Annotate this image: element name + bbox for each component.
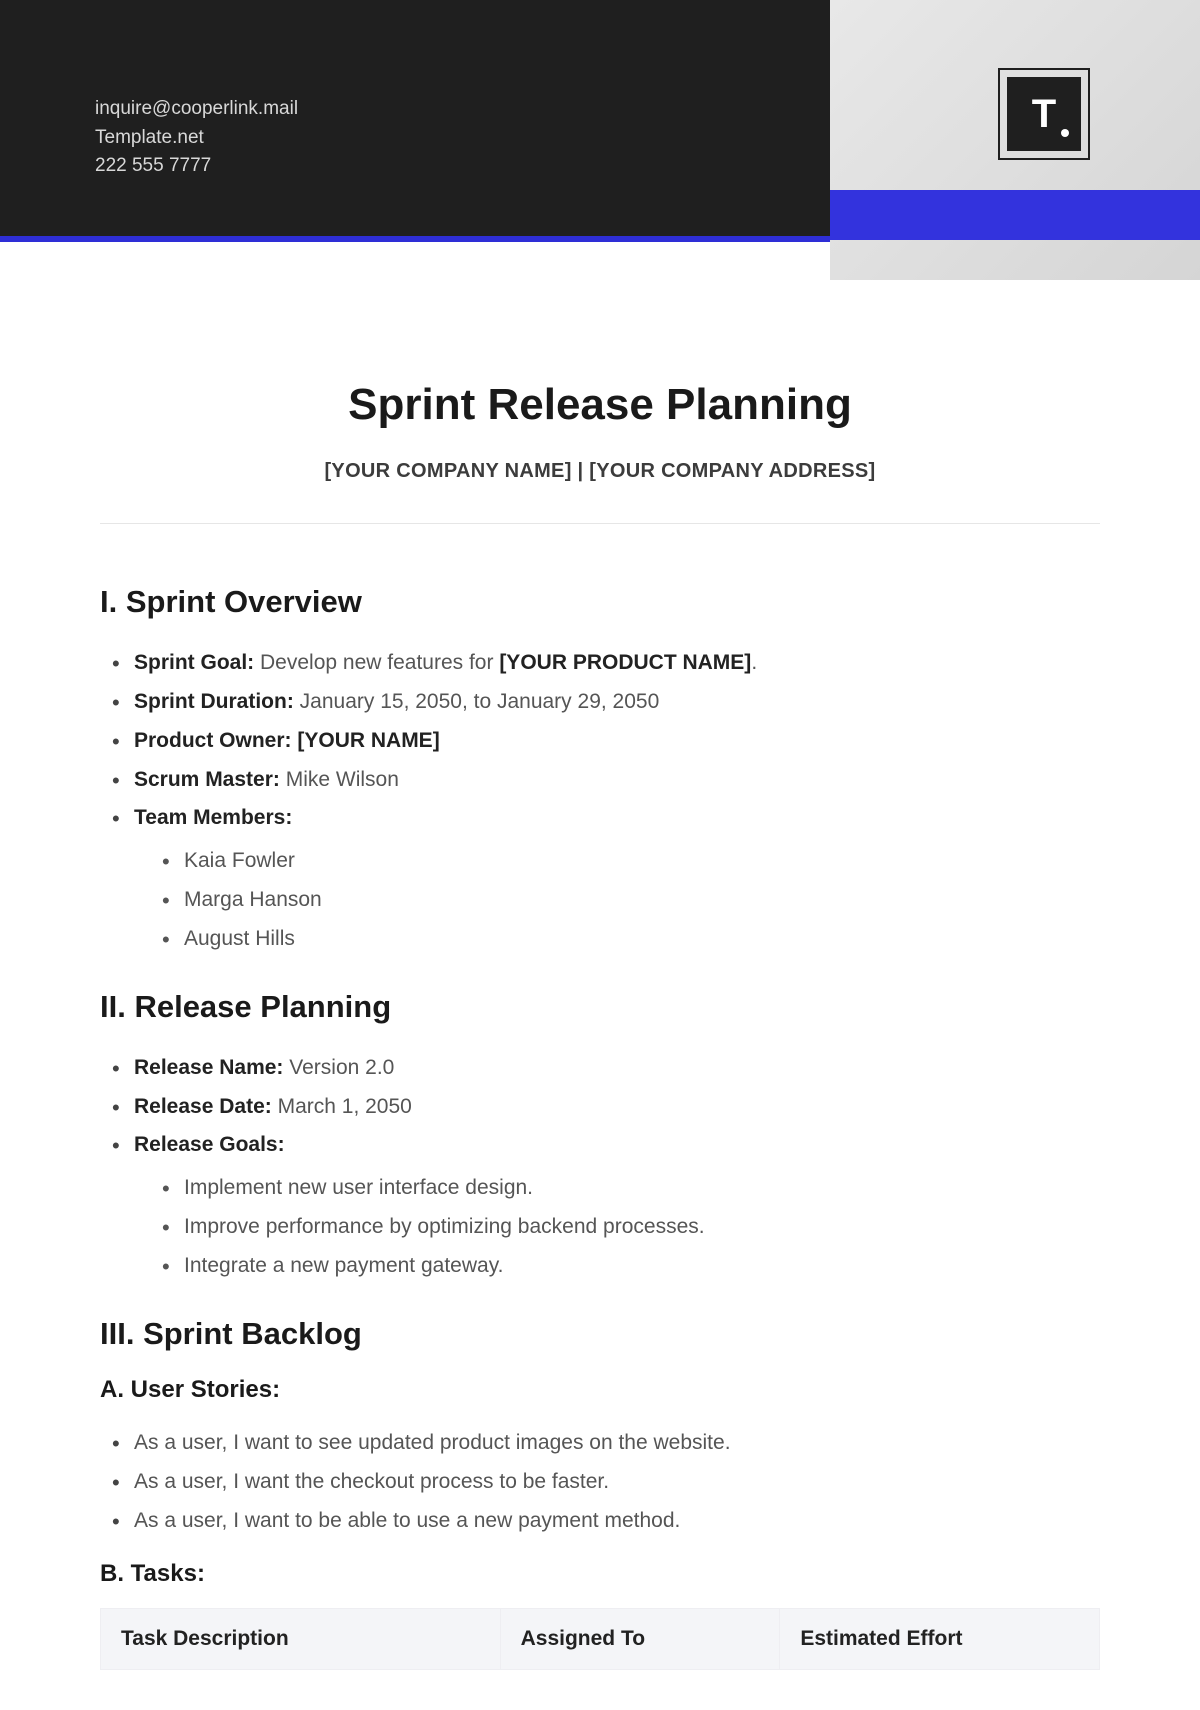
list-item: Scrum Master: Mike Wilson — [112, 761, 1100, 800]
document-header: inquire@cooperlink.mail Template.net 222… — [0, 0, 1200, 280]
release-date-value: March 1, 2050 — [272, 1095, 412, 1118]
list-item: Team Members: Kaia Fowler Marga Hanson A… — [112, 799, 1100, 958]
your-name-placeholder: [YOUR NAME] — [297, 729, 439, 752]
list-item: Release Name: Version 2.0 — [112, 1049, 1100, 1088]
user-stories-list: As a user, I want to see updated product… — [100, 1424, 1100, 1541]
contact-site: Template.net — [95, 124, 830, 153]
header-dark-panel: inquire@cooperlink.mail Template.net 222… — [0, 0, 830, 240]
list-item: Product Owner: [YOUR NAME] — [112, 722, 1100, 761]
sprint-goal-suffix: . — [751, 651, 757, 674]
team-member: Kaia Fowler — [162, 842, 1100, 881]
list-item: Sprint Duration: January 15, 2050, to Ja… — [112, 683, 1100, 722]
table-header-row: Task Description Assigned To Estimated E… — [101, 1609, 1100, 1670]
user-story: As a user, I want to see updated product… — [112, 1424, 1100, 1463]
logo-frame: T — [998, 68, 1090, 160]
release-goals-list: Implement new user interface design. Imp… — [134, 1169, 1100, 1286]
sprint-duration-label: Sprint Duration: — [134, 690, 294, 713]
logo-letter: T — [1032, 92, 1056, 137]
release-name-value: Version 2.0 — [283, 1056, 394, 1079]
team-member: August Hills — [162, 920, 1100, 959]
page-title: Sprint Release Planning — [100, 380, 1100, 430]
release-goal: Implement new user interface design. — [162, 1169, 1100, 1208]
user-story: As a user, I want to be able to use a ne… — [112, 1502, 1100, 1541]
release-date-label: Release Date: — [134, 1095, 272, 1118]
release-list: Release Name: Version 2.0 Release Date: … — [100, 1049, 1100, 1286]
accent-line — [0, 236, 830, 242]
overview-list: Sprint Goal: Develop new features for [Y… — [100, 644, 1100, 959]
team-member: Marga Hanson — [162, 881, 1100, 920]
team-members-list: Kaia Fowler Marga Hanson August Hills — [134, 842, 1100, 959]
col-estimated-effort: Estimated Effort — [780, 1609, 1100, 1670]
list-item: Sprint Goal: Develop new features for [Y… — [112, 644, 1100, 683]
user-story: As a user, I want the checkout process t… — [112, 1463, 1100, 1502]
scrum-master-value: Mike Wilson — [280, 768, 399, 791]
section-backlog-heading: III. Sprint Backlog — [100, 1316, 1100, 1352]
document-body: Sprint Release Planning [YOUR COMPANY NA… — [0, 280, 1200, 1710]
release-name-label: Release Name: — [134, 1056, 283, 1079]
tasks-heading: B. Tasks: — [100, 1560, 1100, 1588]
section-overview-heading: I. Sprint Overview — [100, 584, 1100, 620]
tasks-table: Task Description Assigned To Estimated E… — [100, 1608, 1100, 1670]
team-members-label: Team Members: — [134, 806, 292, 829]
company-address-placeholder: [YOUR COMPANY ADDRESS] — [589, 460, 875, 482]
section-release-heading: II. Release Planning — [100, 989, 1100, 1025]
release-goal: Integrate a new payment gateway. — [162, 1247, 1100, 1286]
product-owner-label: Product Owner: — [134, 729, 297, 752]
contact-phone: 222 555 7777 — [95, 152, 830, 181]
subtitle: [YOUR COMPANY NAME] | [YOUR COMPANY ADDR… — [100, 460, 1100, 483]
logo-dot — [1061, 129, 1069, 137]
list-item: Release Goals: Implement new user interf… — [112, 1126, 1100, 1285]
title-divider — [100, 523, 1100, 524]
sprint-goal-text: Develop new features for — [254, 651, 499, 674]
list-item: Release Date: March 1, 2050 — [112, 1088, 1100, 1127]
user-stories-heading: A. User Stories: — [100, 1376, 1100, 1404]
logo-icon: T — [1007, 77, 1081, 151]
col-task-description: Task Description — [101, 1609, 501, 1670]
company-name-placeholder: [YOUR COMPANY NAME] — [324, 460, 571, 482]
product-name-placeholder: [YOUR PRODUCT NAME] — [499, 651, 751, 674]
sprint-goal-label: Sprint Goal: — [134, 651, 254, 674]
accent-bar — [830, 190, 1200, 240]
contact-email: inquire@cooperlink.mail — [95, 95, 830, 124]
sprint-duration-value: January 15, 2050, to January 29, 2050 — [294, 690, 659, 713]
subtitle-separator: | — [572, 460, 590, 482]
scrum-master-label: Scrum Master: — [134, 768, 280, 791]
release-goals-label: Release Goals: — [134, 1133, 285, 1156]
col-assigned-to: Assigned To — [500, 1609, 780, 1670]
release-goal: Improve performance by optimizing backen… — [162, 1208, 1100, 1247]
contact-block: inquire@cooperlink.mail Template.net 222… — [95, 95, 830, 181]
